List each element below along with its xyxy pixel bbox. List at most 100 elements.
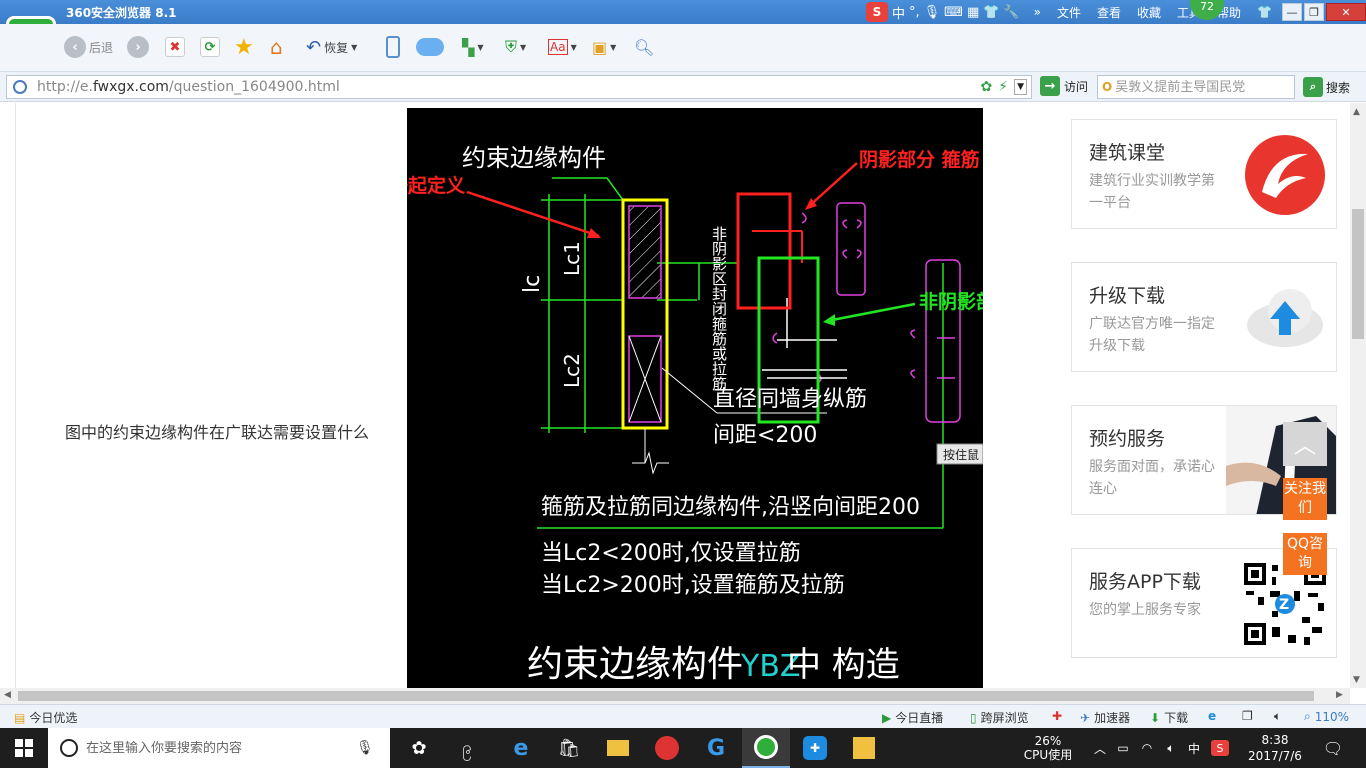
- clock[interactable]: 8:38 2017/7/6: [1240, 728, 1310, 768]
- dim-lc1: Lc1: [560, 241, 584, 276]
- card-building-class[interactable]: 建筑课堂 建筑行业实训教学第一平台: [1071, 119, 1337, 229]
- phone-icon[interactable]: [386, 34, 400, 60]
- cross-screen-button[interactable]: ▯ 跨屏浏览: [970, 709, 1029, 726]
- edge-icon[interactable]: e: [497, 728, 545, 768]
- taskbar-search[interactable]: 🎙: [48, 728, 390, 768]
- vertical-scrollbar[interactable]: ▲ ▼: [1350, 103, 1366, 688]
- taskbar-app-swirl-icon[interactable]: ၉: [443, 728, 491, 768]
- search-input[interactable]: [1115, 79, 1286, 95]
- stop-icon: ✖: [165, 37, 185, 57]
- battery-icon[interactable]: ▭: [1112, 728, 1134, 768]
- magnifier-icon[interactable]: 🔍︎: [634, 34, 654, 60]
- follow-us-button[interactable]: 关注我们: [1283, 478, 1327, 520]
- microphone-icon[interactable]: 🎙: [924, 5, 941, 20]
- zoom-control[interactable]: ⌕ 110%: [1304, 709, 1349, 724]
- input-method[interactable]: 中: [1184, 728, 1204, 768]
- grid-icon[interactable]: ▦: [967, 5, 979, 20]
- url-dropdown-icon[interactable]: ▼: [1014, 79, 1027, 95]
- sogou-tray-icon[interactable]: S: [1208, 728, 1232, 768]
- accelerator-label: 加速器: [1094, 711, 1131, 725]
- bottom-suffix: 中 构造: [787, 645, 900, 685]
- chevron-up-icon: ︿: [1293, 434, 1316, 459]
- diameter-note: 直径同墙身纵筋: [713, 387, 867, 412]
- tray-expand-icon[interactable]: ︿: [1090, 728, 1110, 768]
- cad-drawing-image[interactable]: 约束边缘构件 lc Lc1 Lc2 非阴影区封闭箍筋或拉筋 阴影部分 箍筋 起定…: [407, 108, 983, 688]
- apps-grid-icon[interactable]: ▚ ▼: [462, 34, 483, 60]
- ie-icon[interactable]: e: [1208, 709, 1216, 723]
- minimize-button[interactable]: —: [1282, 3, 1302, 21]
- restore-tabs-button[interactable]: ↶ 恢复 ▼: [306, 34, 357, 60]
- vertical-note: 非阴影区封闭箍筋或拉筋: [710, 226, 728, 392]
- cpu-percent: 26%: [1034, 734, 1062, 748]
- favorite-star-icon[interactable]: ★: [234, 34, 254, 60]
- stop-button[interactable]: ✖: [165, 34, 185, 60]
- close-button[interactable]: ✕: [1326, 3, 1366, 21]
- taskbar-search-input[interactable]: [86, 740, 356, 756]
- vertical-scroll-thumb[interactable]: [1352, 209, 1364, 339]
- scroll-left-arrow-icon[interactable]: ◀: [4, 690, 11, 700]
- scroll-down-arrow-icon[interactable]: ▼: [1353, 675, 1360, 685]
- shirt-icon[interactable]: 👕: [983, 5, 999, 20]
- microphone-icon[interactable]: 🎙: [356, 740, 374, 756]
- forward-button[interactable]: ›: [127, 34, 149, 60]
- visit-button[interactable]: → 访问: [1040, 76, 1088, 96]
- download-button[interactable]: ⬇ 下载: [1150, 709, 1188, 726]
- refresh-button[interactable]: ⟳: [200, 34, 220, 60]
- ime-mode[interactable]: 中: [892, 3, 905, 22]
- back-label: 后退: [89, 40, 114, 55]
- menu-view[interactable]: 查看: [1097, 4, 1121, 21]
- start-button[interactable]: [0, 728, 48, 768]
- notepad-app-icon[interactable]: [840, 728, 888, 768]
- back-to-top-button[interactable]: ︿: [1283, 422, 1327, 466]
- restore-button[interactable]: ❐: [1304, 3, 1324, 21]
- more-chevron-icon[interactable]: »: [1034, 5, 1041, 19]
- ime-toolbar[interactable]: S 中 °, 🎙 ⌨ ▦ 👕 🔧: [866, 2, 1020, 22]
- task-view-icon[interactable]: ✿: [395, 728, 443, 768]
- cpu-usage[interactable]: 26% CPU使用: [1020, 728, 1076, 768]
- qq-consult-button[interactable]: QQ咨询: [1283, 533, 1327, 575]
- today-picks-button[interactable]: ▤ 今日优选: [14, 709, 77, 726]
- lightning-icon[interactable]: ⚡: [998, 79, 1008, 95]
- translate-icon[interactable]: Aa ▼: [548, 34, 577, 60]
- accelerator-button[interactable]: ✈ 加速器: [1080, 709, 1130, 726]
- scroll-up-arrow-icon[interactable]: ▲: [1353, 107, 1360, 117]
- notification-center-icon[interactable]: 🗨︎: [1318, 728, 1348, 768]
- card-title: 服务APP下载: [1089, 571, 1201, 593]
- menu-favorites[interactable]: 收藏: [1137, 4, 1161, 21]
- search-engine-icon[interactable]: O: [1102, 80, 1112, 94]
- live-button[interactable]: ▶ 今日直播: [882, 709, 943, 726]
- shield-icon[interactable]: ⛨ ▼: [505, 34, 526, 60]
- home-icon[interactable]: ⌂: [270, 34, 283, 60]
- menu-file[interactable]: 文件: [1057, 4, 1081, 21]
- ime-punct[interactable]: °,: [909, 5, 920, 20]
- extension-icon[interactable]: ✚: [1052, 709, 1062, 723]
- skin-shirt-icon[interactable]: 👕: [1257, 5, 1272, 19]
- glodon-app-icon[interactable]: G: [692, 728, 740, 768]
- volume-icon[interactable]: 🔈︎: [1274, 709, 1281, 724]
- wifi-icon[interactable]: ◠: [1136, 728, 1158, 768]
- file-explorer-icon[interactable]: [594, 728, 642, 768]
- back-button[interactable]: ‹ 后退: [64, 34, 113, 60]
- card-upgrade-download[interactable]: 升级下载 广联达官方唯一指定升级下载: [1071, 262, 1337, 372]
- address-bar[interactable]: http://e.fwxgx.com/question_1604900.html…: [6, 75, 1032, 99]
- cloud-icon[interactable]: [416, 34, 444, 60]
- search-button[interactable]: ⌕ 搜索: [1303, 77, 1350, 97]
- keyboard-icon[interactable]: ⌨: [944, 5, 963, 20]
- wrench-icon[interactable]: 🔧: [1003, 5, 1019, 20]
- horizontal-scrollbar[interactable]: ◀ ▶: [0, 688, 1350, 704]
- window-tiles-icon[interactable]: ❐: [1242, 709, 1253, 723]
- app-red-icon[interactable]: [643, 728, 691, 768]
- horizontal-scroll-thumb[interactable]: [18, 691, 1314, 701]
- browser-360-taskbar-icon[interactable]: [742, 728, 790, 768]
- speaker-icon[interactable]: 🔈︎: [1160, 728, 1182, 768]
- store-icon[interactable]: 🛍︎: [545, 728, 593, 768]
- live-label: 今日直播: [895, 711, 944, 725]
- search-box[interactable]: O: [1097, 75, 1295, 99]
- screenshot-icon[interactable]: ▣ ▼: [592, 34, 616, 60]
- scroll-right-arrow-icon[interactable]: ▶: [1336, 690, 1343, 700]
- app-blue-cross-icon[interactable]: ✚: [791, 728, 839, 768]
- url-text[interactable]: http://e.fwxgx.com/question_1604900.html: [37, 79, 340, 95]
- security-check-icon[interactable]: ✿: [981, 79, 993, 95]
- play-circle-icon: ▶: [882, 710, 892, 725]
- sogou-ime-icon[interactable]: S: [866, 2, 888, 22]
